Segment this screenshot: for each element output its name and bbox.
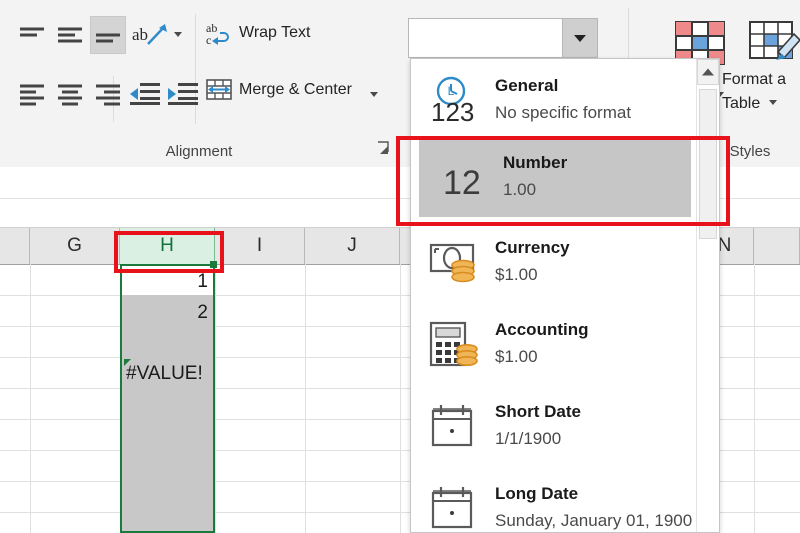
align-top-icon (20, 27, 44, 43)
grid-col-line (120, 264, 121, 533)
align-right-icon (96, 84, 120, 106)
format-item-general-text: General No specific format (495, 73, 631, 127)
number-format-dropdown-list[interactable]: L 123 General No specific format 12 Numb… (410, 58, 720, 533)
svg-text:12: 12 (443, 164, 481, 202)
merge-center-label: Merge & Center (239, 81, 352, 98)
format-item-currency-name: Currency (495, 238, 570, 257)
wrap-text-label: Wrap Text (239, 24, 311, 41)
align-middle-button[interactable] (52, 18, 88, 52)
grid-col-line (305, 264, 306, 533)
svg-text:123: 123 (431, 97, 474, 127)
alignment-group: ab ab c Wrap Text Merge & Center Alignme… (0, 0, 398, 160)
format-as-table-line1: Format a (722, 71, 787, 88)
cell-H1-value[interactable]: 1 (150, 272, 208, 291)
format-as-table-button[interactable] (748, 18, 800, 68)
align-center-icon (58, 84, 82, 106)
increase-indent-icon (168, 83, 198, 105)
column-header-H[interactable]: H (120, 228, 215, 264)
format-as-table-line2: Table (722, 95, 761, 112)
format-item-number[interactable]: 12 Number 1.00 (419, 140, 691, 217)
grid-col-line (754, 264, 755, 533)
format-item-accounting-text: Accounting $1.00 (495, 317, 589, 371)
cell-H4-value[interactable]: #VALUE! (126, 364, 216, 383)
column-header-partial-right[interactable] (754, 228, 800, 264)
format-item-number-text: Number 1.00 (503, 150, 567, 204)
format-item-short-date-text: Short Date 1/1/1900 (495, 399, 581, 453)
format-item-currency-sample: $1.00 (495, 265, 538, 284)
alignment-dialog-launcher[interactable] (376, 140, 392, 156)
cell-H2-value[interactable]: 2 (150, 303, 208, 322)
format-item-accounting[interactable]: Accounting $1.00 (411, 307, 697, 384)
align-left-icon (20, 84, 44, 106)
calendar-icon (427, 483, 487, 532)
align-center-button[interactable] (52, 78, 88, 112)
svg-text:ab: ab (132, 25, 148, 44)
format-as-table-chevron-down-icon[interactable] (768, 100, 777, 105)
align-right-button[interactable] (90, 78, 126, 112)
accounting-calculator-icon (427, 319, 487, 371)
orientation-chevron-down-icon[interactable] (174, 32, 182, 37)
scrollbar-thumb[interactable] (699, 89, 717, 239)
number-format-chevron-down-icon[interactable] (562, 19, 597, 57)
format-item-long-date-sample: Sunday, January 01, 1900 (495, 511, 693, 530)
merge-center-icon (206, 79, 232, 100)
format-as-table-label: Format a Table (722, 68, 800, 116)
format-item-currency[interactable]: Currency $1.00 (411, 225, 697, 302)
scroll-up-arrow-icon[interactable] (697, 59, 719, 85)
selected-column-fill[interactable] (122, 295, 213, 533)
column-header-G[interactable]: G (30, 228, 120, 264)
increase-indent-button[interactable] (166, 78, 200, 110)
svg-text:c: c (206, 33, 211, 46)
format-item-accounting-name: Accounting (495, 320, 589, 339)
format-as-table-icon (749, 21, 800, 60)
format-item-number-sample: 1.00 (503, 180, 537, 199)
format-item-long-date-text: Long Date Sunday, January 01, 1900 (495, 481, 693, 532)
grid-col-line (400, 264, 401, 533)
decrease-indent-button[interactable] (128, 78, 162, 110)
grid-col-line (215, 264, 216, 533)
format-item-long-date-name: Long Date (495, 484, 579, 503)
number-format-combo[interactable] (408, 18, 598, 58)
format-item-short-date[interactable]: Short Date 1/1/1900 (411, 389, 697, 466)
alignment-group-title: Alignment (165, 143, 233, 160)
format-item-short-date-name: Short Date (495, 402, 581, 421)
format-item-general[interactable]: L 123 General No specific format (411, 63, 697, 140)
column-header-J[interactable]: J (305, 228, 400, 264)
wrap-text-button[interactable]: ab c Wrap Text (206, 20, 310, 46)
wrap-text-icon: ab c (206, 21, 229, 46)
column-header-partial-left[interactable] (0, 228, 30, 264)
dialog-launcher-icon (378, 141, 389, 154)
calendar-icon (427, 401, 487, 453)
format-item-accounting-sample: $1.00 (495, 347, 538, 366)
align-top-button[interactable] (14, 18, 50, 52)
orientation-icon: ab (132, 24, 167, 45)
orientation-button[interactable]: ab (130, 18, 170, 52)
general-clock-123-icon: L 123 (427, 75, 487, 127)
format-item-short-date-sample: 1/1/1900 (495, 429, 562, 448)
svg-text:L: L (448, 84, 455, 98)
align-bottom-icon (96, 28, 120, 43)
format-item-long-date[interactable]: Long Date Sunday, January 01, 1900 (411, 471, 697, 532)
dropdown-scrollbar[interactable] (696, 59, 719, 532)
align-left-button[interactable] (14, 78, 50, 112)
format-item-number-name: Number (503, 153, 568, 172)
format-item-currency-text: Currency $1.00 (495, 235, 570, 289)
format-item-general-name: General (495, 76, 559, 95)
column-header-I[interactable]: I (215, 228, 305, 264)
currency-banknote-icon (427, 237, 487, 289)
format-item-general-sample: No specific format (495, 103, 632, 122)
align-bottom-button[interactable] (90, 16, 126, 54)
merge-center-button[interactable]: Merge & Center (206, 78, 352, 102)
selection-handle[interactable] (210, 261, 217, 268)
grid-col-line (30, 264, 31, 533)
number-format-value[interactable] (409, 19, 562, 57)
number-12-icon: 12 (435, 152, 495, 204)
merge-center-chevron-down-icon[interactable] (370, 92, 378, 97)
align-middle-icon (58, 27, 82, 43)
decrease-indent-icon (130, 83, 160, 105)
